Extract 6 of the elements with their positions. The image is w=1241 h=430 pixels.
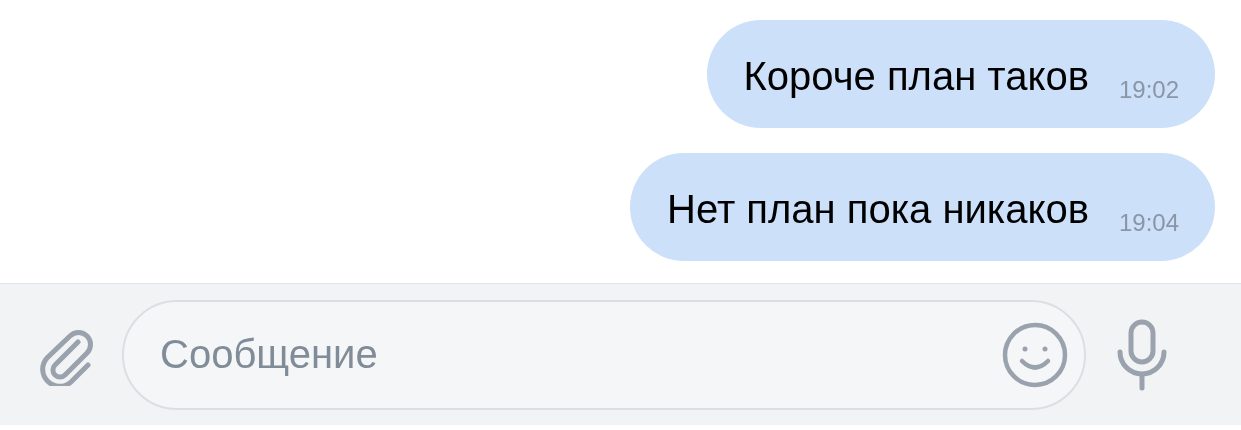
message-time: 19:04 [1118,209,1179,237]
message-field[interactable]: Сообщение [122,299,1086,410]
message-text: Короче план таков [743,53,1089,100]
message-time: 19:02 [1118,76,1179,104]
message-text: Нет план пока никаков [667,186,1089,233]
smiley-icon[interactable] [1002,321,1068,388]
